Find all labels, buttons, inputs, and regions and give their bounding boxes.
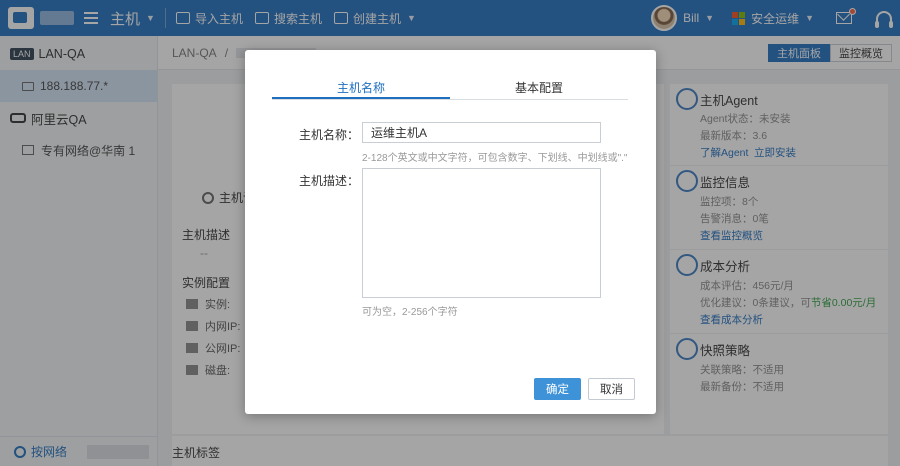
host-name-hint: 2-128个英文或中文字符，可包含数字、下划线、中划线或".": [362, 153, 628, 164]
host-description-hint: 可为空，2-256个字符: [362, 307, 458, 318]
edit-host-dialog: 主机名称 基本配置 主机名称： 2-128个英文或中文字符，可包含数字、下划线、…: [245, 50, 656, 414]
host-name-label: 主机名称：: [299, 128, 360, 142]
cancel-button[interactable]: 取消: [588, 378, 635, 400]
tab-host-name[interactable]: 主机名称: [272, 78, 450, 99]
host-description-label: 主机描述：: [299, 174, 360, 188]
tab-basic-config[interactable]: 基本配置: [450, 78, 628, 99]
host-name-input[interactable]: [362, 122, 601, 143]
dialog-tabs: 主机名称 基本配置: [272, 78, 628, 100]
confirm-button[interactable]: 确定: [534, 378, 581, 400]
host-description-textarea[interactable]: [362, 168, 601, 298]
